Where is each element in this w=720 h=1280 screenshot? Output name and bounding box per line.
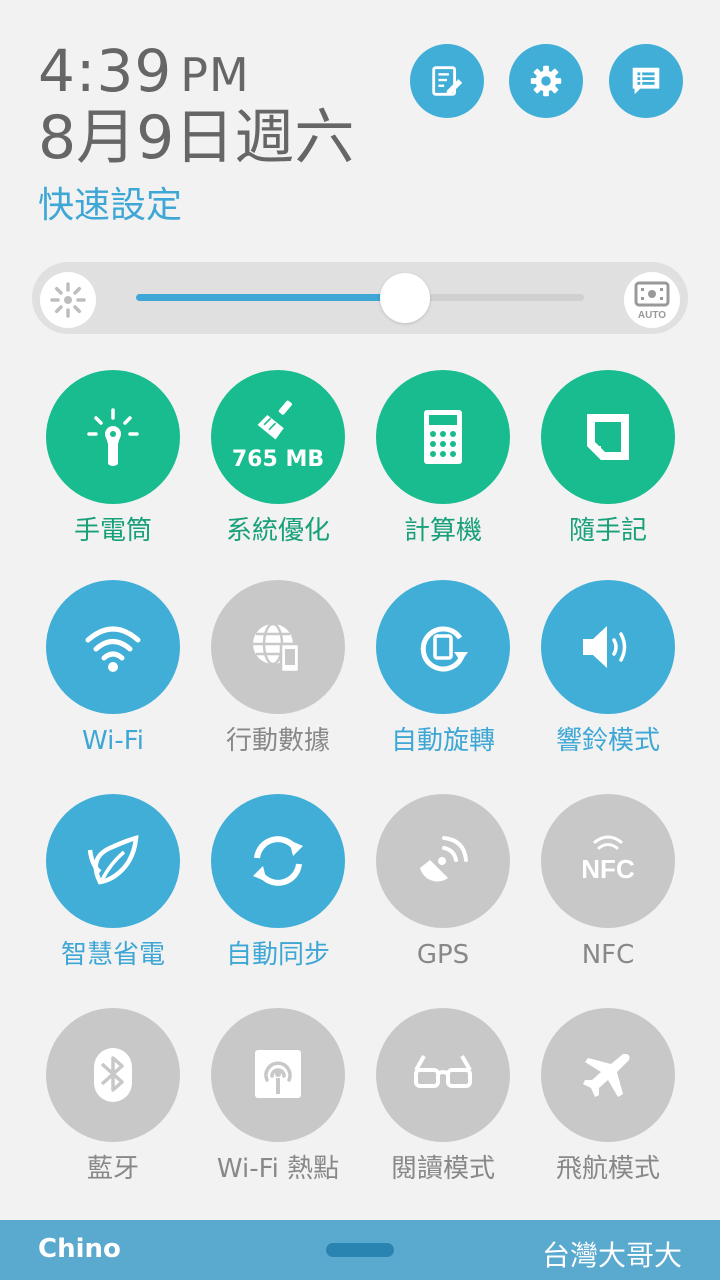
- tile-label: NFC: [581, 940, 635, 970]
- tile-wifi-toggle[interactable]: [46, 580, 180, 714]
- brightness-fill: [136, 294, 405, 301]
- quick-settings-title: 快速設定: [38, 185, 183, 226]
- edit-tiles-button[interactable]: [410, 44, 484, 118]
- memo-icon: [587, 414, 629, 460]
- tile-bluetooth[interactable]: 藍牙: [33, 1008, 193, 1186]
- tile-label: Wi-Fi 熱點: [216, 1154, 340, 1184]
- tile-calculator[interactable]: 計算機: [363, 370, 523, 548]
- tile-auto-rotate[interactable]: 自動旋轉: [363, 580, 523, 758]
- date-text: 8月9日週六: [38, 103, 355, 173]
- tile-airplane-toggle[interactable]: [541, 1008, 675, 1142]
- tile-nfc-toggle[interactable]: NFC: [541, 794, 675, 928]
- bottom-bar: Chino 台灣大哥大: [0, 1220, 720, 1280]
- tile-label: 計算機: [403, 516, 482, 546]
- tile-airplane[interactable]: 飛航模式: [528, 1008, 688, 1186]
- clock-ampm: PM: [180, 48, 250, 102]
- tile-gps[interactable]: GPS: [363, 794, 523, 972]
- tile-calculator-toggle[interactable]: [376, 370, 510, 504]
- tile-label: 智慧省電: [60, 940, 165, 970]
- tile-label: 飛航模式: [555, 1154, 660, 1184]
- tile-label: 系統優化: [225, 516, 330, 546]
- tile-glasses-toggle[interactable]: [376, 1008, 510, 1142]
- tile-mobile-data[interactable]: 行動數據: [198, 580, 358, 758]
- gps-icon: [420, 836, 468, 882]
- tile-label: 自動同步: [225, 940, 330, 970]
- tile-broom[interactable]: 765 MB 系統優化: [198, 370, 358, 548]
- brightness-auto-button[interactable]: AUTO: [624, 272, 680, 328]
- tile-hotspot-toggle[interactable]: [211, 1008, 345, 1142]
- speaker-icon: [583, 626, 627, 668]
- auto-brightness-icon: AUTO: [634, 281, 670, 321]
- carrier-name: 台灣大哥大: [541, 1239, 682, 1272]
- user-name: Chino: [38, 1234, 121, 1264]
- flashlight-icon: [87, 408, 139, 466]
- calculator-icon: [424, 410, 462, 464]
- brightness-slider-thumb[interactable]: [379, 273, 430, 323]
- clock-time: 4:39 PM: [38, 38, 250, 108]
- tile-label: 隨手記: [568, 516, 647, 546]
- tile-bluetooth-toggle[interactable]: [46, 1008, 180, 1142]
- tile-speaker-toggle[interactable]: [541, 580, 675, 714]
- tile-label: 藍牙: [86, 1154, 139, 1184]
- tile-label: 閱讀模式: [390, 1154, 495, 1184]
- tile-glasses[interactable]: 閱讀模式: [363, 1008, 523, 1186]
- tile-sync[interactable]: 自動同步: [198, 794, 358, 972]
- glasses-icon: [414, 1055, 472, 1088]
- tile-auto-rotate-toggle[interactable]: [376, 580, 510, 714]
- tile-flashlight-toggle[interactable]: [46, 370, 180, 504]
- tile-sub-value: 765 MB: [231, 446, 325, 472]
- tile-label: GPS: [416, 940, 470, 970]
- mobile-data-icon: [253, 622, 301, 674]
- tile-hotspot[interactable]: Wi-Fi 熱點: [198, 1008, 358, 1186]
- tile-leaf[interactable]: 智慧省電: [33, 794, 193, 972]
- tile-memo[interactable]: 隨手記: [528, 370, 688, 548]
- brightness-bar: AUTO: [32, 262, 688, 334]
- tile-leaf-toggle[interactable]: [46, 794, 180, 928]
- tile-label: 自動旋轉: [390, 726, 495, 756]
- tile-memo-toggle[interactable]: [541, 370, 675, 504]
- tile-gps-toggle[interactable]: [376, 794, 510, 928]
- settings-button[interactable]: [509, 44, 583, 118]
- tile-broom-toggle[interactable]: 765 MB: [211, 370, 345, 504]
- tile-speaker[interactable]: 響鈴模式: [528, 580, 688, 758]
- wifi-icon: [85, 626, 141, 672]
- tile-label: 響鈴模式: [555, 726, 660, 756]
- tile-wifi[interactable]: Wi-Fi: [33, 580, 193, 758]
- svg-text:NFC: NFC: [581, 854, 635, 884]
- tile-nfc[interactable]: NFC NFC: [528, 794, 688, 972]
- tile-sync-toggle[interactable]: [211, 794, 345, 928]
- tile-flashlight[interactable]: 手電筒: [33, 370, 193, 548]
- edit-icon: [432, 66, 463, 96]
- tile-label: 行動數據: [225, 726, 330, 756]
- tile-mobile-data-toggle[interactable]: [211, 580, 345, 714]
- brightness-low-icon: [40, 272, 96, 328]
- brightness-track[interactable]: [136, 294, 584, 301]
- broom-icon: [257, 400, 292, 440]
- nfc-icon: NFC: [581, 835, 635, 884]
- airplane-icon: [583, 1054, 630, 1097]
- notifications-button[interactable]: [609, 44, 683, 118]
- auto-rotate-icon: [420, 626, 468, 672]
- gear-icon: [530, 65, 562, 97]
- auto-label: AUTO: [638, 310, 666, 321]
- clock-hour-minute: 4:39: [38, 37, 173, 105]
- bluetooth-icon: [94, 1048, 132, 1102]
- drag-handle[interactable]: [326, 1243, 394, 1257]
- leaf-icon: [87, 835, 139, 885]
- tile-label: 手電筒: [73, 516, 152, 546]
- hotspot-icon: [255, 1050, 301, 1098]
- message-list-icon: [632, 67, 660, 95]
- tile-label: Wi-Fi: [81, 726, 145, 756]
- sync-icon: [253, 836, 303, 886]
